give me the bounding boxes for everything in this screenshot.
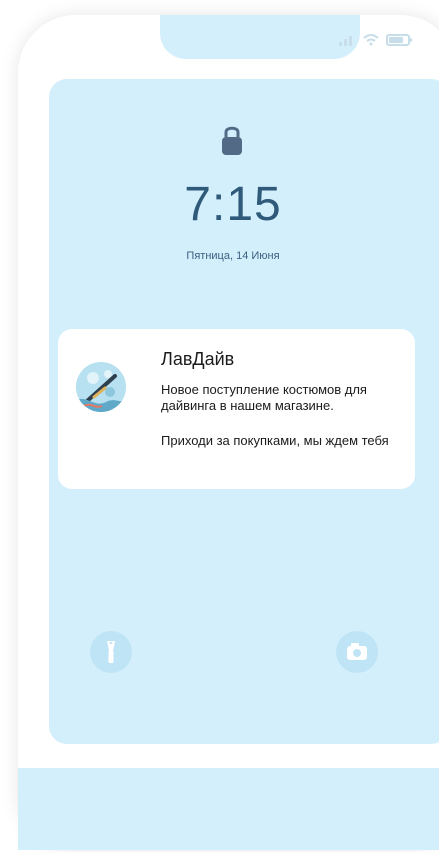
lock-screen: 7:15 Пятница, 14 Июня ЛавДайв Новое пост…	[49, 79, 439, 744]
phone-device: 7:15 Пятница, 14 Июня ЛавДайв Новое пост…	[18, 15, 439, 850]
lock-icon	[221, 123, 243, 157]
notification-title: ЛавДайв	[161, 349, 235, 369]
notification-submessage: Приходи за покупками, мы ждем тебя	[161, 433, 389, 448]
battery-icon	[386, 33, 414, 51]
camera-button[interactable]	[336, 631, 378, 673]
status-bar	[18, 15, 439, 75]
notification-card[interactable]: ЛавДайв Новое поступление костюмов для д…	[58, 329, 415, 489]
lock-date: Пятница, 14 Июня	[186, 250, 280, 262]
wifi-icon	[362, 33, 380, 51]
diver-avatar	[76, 362, 126, 412]
phone-lock-screen-page: 7:15 Пятница, 14 Июня ЛавДайв Новое пост…	[0, 0, 439, 852]
clock-time: 7:15	[184, 178, 282, 231]
bottom-panel	[18, 768, 439, 850]
phone-notch	[160, 15, 360, 59]
notification-message: Новое поступление костюмов для дайвинга …	[161, 382, 367, 413]
flashlight-button[interactable]	[90, 631, 132, 673]
signal-icon	[338, 33, 356, 51]
status-icons	[338, 33, 414, 51]
